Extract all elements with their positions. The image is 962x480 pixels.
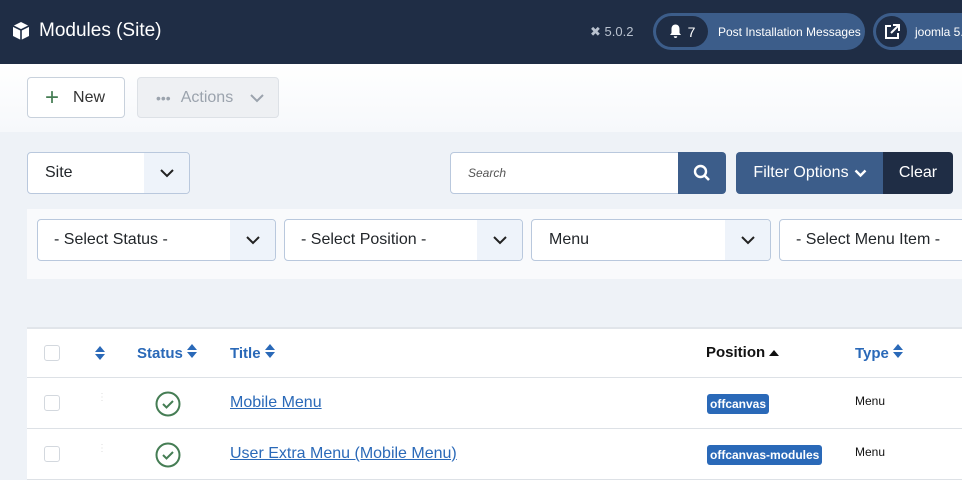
status-column-header[interactable]: Status <box>137 344 198 362</box>
table-row: ⋮ User Extra Menu (Mobile Menu) offcanva… <box>27 429 962 480</box>
sort-icon <box>187 344 198 358</box>
version-text: 5.0.2 <box>604 24 634 39</box>
site-link-label: joomla 5. <box>915 24 962 39</box>
actions-button[interactable]: ••• Actions <box>137 77 279 118</box>
position-badge: offcanvas-modules <box>707 445 823 465</box>
module-title-link[interactable]: User Extra Menu (Mobile Menu) <box>230 445 457 463</box>
version-label: ✖ 5.0.2 <box>590 24 633 40</box>
external-link-icon <box>884 23 900 39</box>
type-header-label: Type <box>855 345 889 362</box>
table-header-row: Status Title Position Type <box>27 329 962 378</box>
cube-icon <box>12 22 30 40</box>
app-header: Modules (Site) ✖ 5.0.2 7 Post Installati… <box>0 0 962 64</box>
chevron-down-icon <box>477 220 522 260</box>
clear-button[interactable]: Clear <box>883 152 953 194</box>
position-header-label: Position <box>706 344 766 361</box>
chevron-down-icon <box>144 153 189 193</box>
toolbar: + New ••• Actions <box>0 64 962 132</box>
status-header-label: Status <box>137 345 183 362</box>
chevron-down-icon <box>725 220 770 260</box>
menu-item-value: - Select Menu Item - <box>796 231 941 248</box>
sort-icon <box>264 344 275 358</box>
module-type: Menu <box>855 394 886 408</box>
position-value: - Select Position - <box>301 231 427 248</box>
table-row: ⋮ Mobile Menu offcanvas Menu <box>27 378 962 429</box>
published-check-icon[interactable] <box>155 391 181 417</box>
messages-label: Post Installation Messages <box>718 24 861 39</box>
view-site-button[interactable]: joomla 5. <box>873 13 962 50</box>
new-label: New <box>73 88 106 106</box>
position-badge: offcanvas <box>707 394 770 414</box>
search-button[interactable] <box>678 152 726 194</box>
module-type: Menu <box>855 445 886 459</box>
row-checkbox[interactable] <box>44 395 60 411</box>
drag-handle-icon[interactable]: ⋮ <box>97 393 107 403</box>
title-header-label: Title <box>230 345 261 362</box>
actions-label: Actions <box>180 88 234 106</box>
chevron-down-icon <box>230 220 275 260</box>
row-checkbox[interactable] <box>44 446 60 462</box>
select-all-checkbox[interactable] <box>44 345 60 361</box>
joomla-icon: ✖ <box>590 24 605 39</box>
messages-count: 7 <box>687 23 696 40</box>
plus-icon: + <box>45 83 60 111</box>
position-select[interactable]: - Select Position - <box>284 219 523 261</box>
sort-icon <box>893 344 904 358</box>
search-icon <box>693 164 710 181</box>
status-value: - Select Status - <box>54 231 168 248</box>
filter-options-button[interactable]: Filter Options <box>736 152 884 194</box>
sort-icon[interactable] <box>95 346 105 360</box>
filter-options-label: Filter Options <box>753 164 849 181</box>
new-button[interactable]: + New <box>27 77 125 118</box>
module-title-link[interactable]: Mobile Menu <box>230 394 322 412</box>
client-select[interactable]: Site <box>27 152 190 194</box>
chevron-down-icon <box>250 93 264 102</box>
search-input[interactable]: Search <box>450 152 679 194</box>
drag-handle-icon[interactable]: ⋮ <box>97 444 107 454</box>
position-column-header[interactable]: Position <box>706 344 780 361</box>
module-type-value: Menu <box>549 231 590 248</box>
client-value: Site <box>45 164 73 181</box>
modules-table: Status Title Position Type ⋮ Mobile Menu… <box>27 327 962 480</box>
type-column-header[interactable]: Type <box>855 344 904 362</box>
published-check-icon[interactable] <box>155 442 181 468</box>
module-type-select[interactable]: Menu <box>531 219 771 261</box>
bell-icon <box>669 24 681 38</box>
sort-asc-icon <box>769 350 780 356</box>
page-title: Modules (Site) <box>39 20 162 41</box>
ellipsis-icon: ••• <box>156 89 171 106</box>
title-column-header[interactable]: Title <box>230 344 275 362</box>
post-installation-messages-button[interactable]: 7 Post Installation Messages <box>653 13 865 50</box>
menu-item-select[interactable]: - Select Menu Item - <box>779 219 962 261</box>
search-placeholder: Search <box>468 166 507 180</box>
status-select[interactable]: - Select Status - <box>37 219 276 261</box>
chevron-down-icon <box>854 169 866 177</box>
